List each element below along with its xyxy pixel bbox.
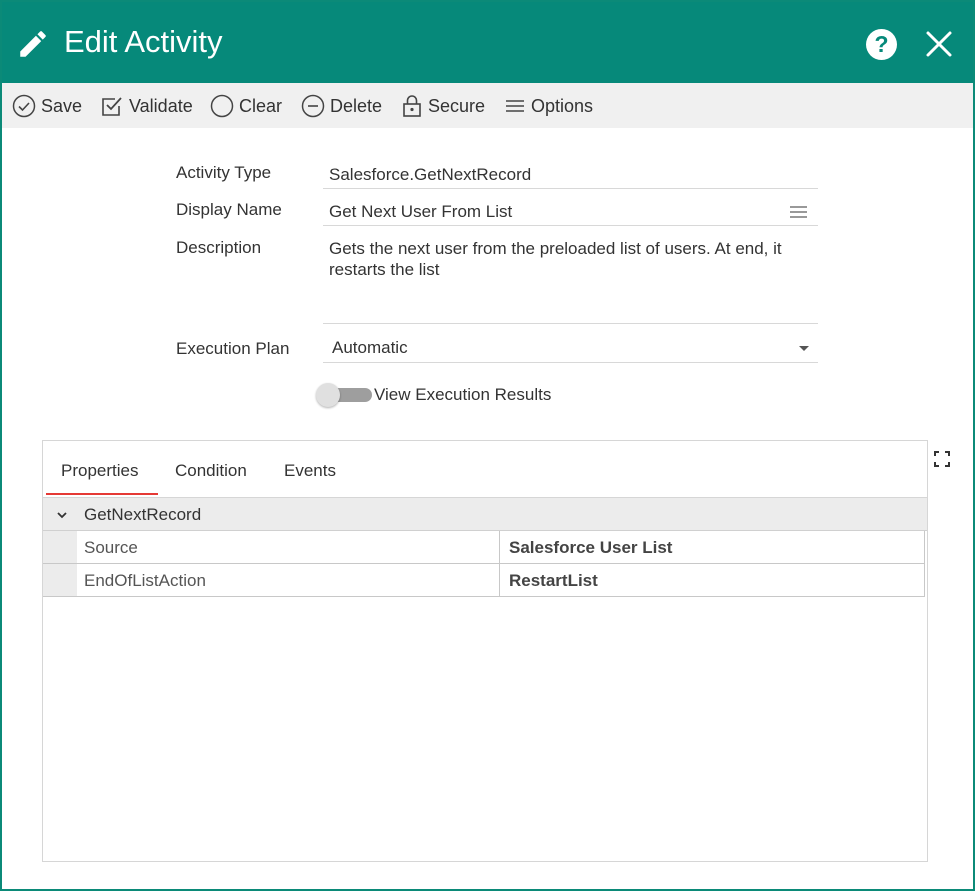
table-right-border [924,531,925,597]
description-line-2[interactable]: restarts the list [329,260,440,280]
activity-type-value: Salesforce.GetNextRecord [329,165,532,184]
close-button[interactable] [923,28,955,60]
secure-button[interactable]: Secure [401,93,485,119]
description-underline [323,323,818,324]
property-group-header[interactable]: GetNextRecord [43,498,927,531]
view-results-label: View Execution Results [374,385,552,404]
execution-plan-label: Execution Plan [176,339,290,358]
options-button[interactable]: Options [504,93,593,119]
tab-condition[interactable]: Condition [175,461,247,481]
circle-icon [210,94,234,118]
clear-label: Clear [239,95,283,116]
dialog-title: Edit Activity [64,24,223,59]
description-label: Description [176,238,262,257]
save-label: Save [41,95,83,116]
clear-button[interactable]: Clear [210,93,282,119]
activity-type-label: Activity Type [176,163,272,182]
tab-events[interactable]: Events [284,461,336,481]
expand-icon[interactable] [934,451,950,467]
lock-icon [403,95,421,117]
pencil-icon [20,31,46,57]
check-circle-icon [12,94,36,118]
delete-label: Delete [330,95,383,116]
checkbox-icon [102,97,122,116]
tab-properties[interactable]: Properties [61,461,138,481]
column-divider [499,564,500,596]
dialog-header: Edit Activity ? [2,2,973,83]
description-line-1[interactable]: Gets the next user from the preloaded li… [329,239,782,259]
property-name: EndOfListAction [84,571,206,590]
secure-label: Secure [428,95,486,116]
activity-type-underline [323,188,818,189]
toggle-knob [316,383,340,407]
chevron-down-icon [57,512,67,519]
row-gutter [43,564,77,596]
property-group-name: GetNextRecord [84,505,202,524]
delete-button[interactable]: Delete [301,93,382,119]
properties-panel: Properties Condition Events GetNextRecor… [42,440,928,862]
hamburger-icon[interactable] [790,206,807,218]
edit-activity-dialog: Edit Activity ? Save Validate Clear Dele… [0,0,975,891]
display-name-underline [323,225,818,226]
table-row[interactable]: EndOfListAction RestartList [43,564,925,597]
display-name-label: Display Name [176,200,282,219]
active-tab-indicator [46,493,158,495]
property-value[interactable]: Salesforce User List [509,538,672,558]
help-button[interactable]: ? [866,29,897,60]
options-label: Options [531,95,594,116]
property-value[interactable]: RestartList [509,571,598,591]
save-button[interactable]: Save [12,93,82,119]
toolbar: Save Validate Clear Delete Secure Option… [2,83,973,128]
validate-button[interactable]: Validate [100,93,193,119]
table-row[interactable]: Source Salesforce User List [43,531,925,564]
execution-plan-underline [323,362,818,363]
display-name-input[interactable]: Get Next User From List [329,202,512,222]
column-divider [499,531,500,563]
minus-circle-icon [301,94,325,118]
row-gutter [43,531,77,563]
dropdown-arrow-icon[interactable] [799,346,809,351]
menu-icon [506,100,524,112]
view-results-toggle[interactable] [316,383,372,407]
property-name: Source [84,538,138,557]
execution-plan-select[interactable]: Automatic [332,338,408,358]
validate-label: Validate [129,95,193,116]
